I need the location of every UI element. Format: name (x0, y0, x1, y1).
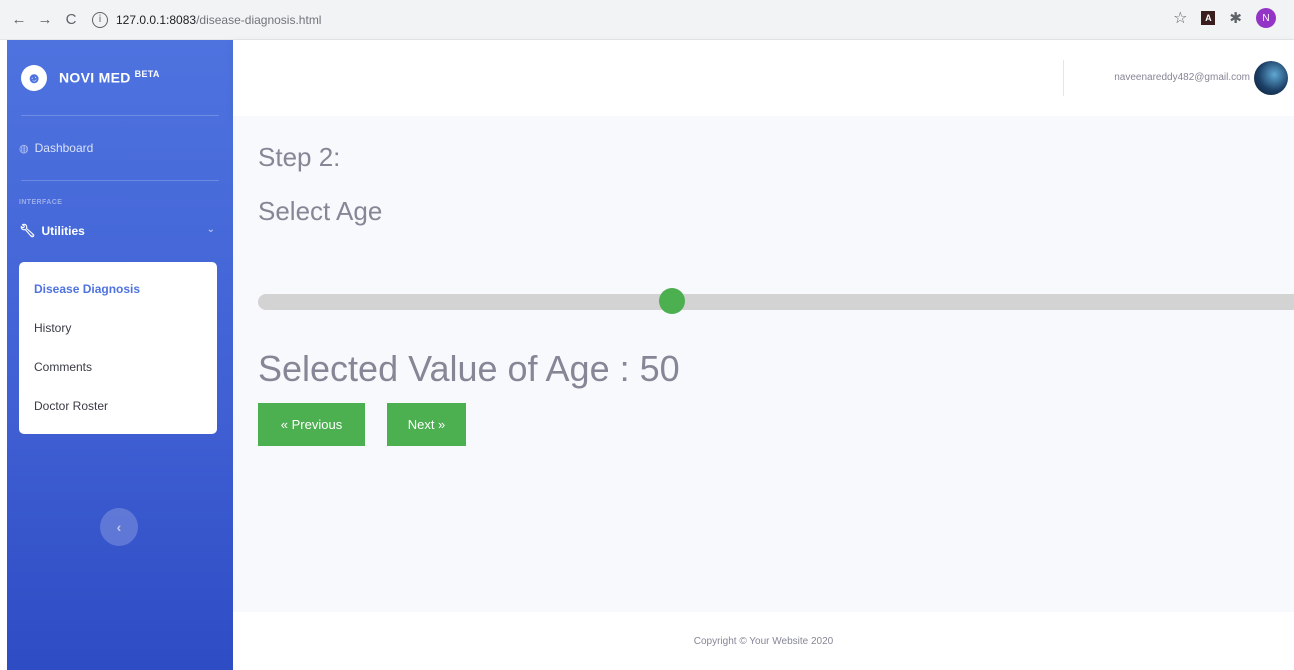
sidebar-heading: INTERFACE (19, 199, 63, 206)
address-bar[interactable]: i 127.0.0.1:8083/disease-diagnosis.html (92, 7, 321, 33)
sidebar: ☻ NOVI MED BETA ◍ Dashboard INTERFACE 🔧︎ … (7, 40, 233, 670)
copyright-text: Copyright © Your Website 2020 (693, 635, 834, 647)
previous-button[interactable]: « Previous (258, 403, 365, 446)
step-title: Step 2: (258, 142, 341, 172)
selected-age-label: Selected Value of Age : 50 (258, 348, 680, 389)
info-icon[interactable]: i (92, 11, 108, 28)
age-slider-track[interactable] (258, 294, 1294, 310)
main-content: Step 2: Select Age Selected Value of Age… (233, 116, 1294, 612)
submenu-item-doctor-roster[interactable]: Doctor Roster (19, 387, 217, 426)
sidebar-item-label: Utilities (41, 224, 85, 238)
url-path: /disease-diagnosis.html (196, 12, 322, 27)
laugh-wink-icon: ☻ (18, 61, 50, 94)
extension-area: ☆ A ✱ N (1173, 8, 1276, 28)
tachometer-icon: ◍ (19, 142, 29, 155)
topbar-divider (1063, 60, 1064, 96)
sidebar-item-label: Dashboard (34, 141, 94, 155)
reload-icon[interactable]: C (60, 9, 82, 31)
sidebar-divider (21, 180, 219, 181)
next-button[interactable]: Next » (387, 403, 466, 446)
submenu-item-comments[interactable]: Comments (19, 348, 217, 387)
submenu-item-history[interactable]: History (19, 309, 217, 348)
sidebar-toggle-button[interactable]: ‹ (100, 508, 138, 546)
step-subtitle: Select Age (258, 196, 383, 226)
forward-icon[interactable]: → (34, 9, 56, 31)
url-host: 127.0.0.1:8083 (116, 12, 197, 27)
sidebar-item-utilities[interactable]: 🔧︎ Utilities ⌄ (7, 206, 233, 256)
wrench-icon: 🔧︎ (19, 223, 36, 238)
user-avatar[interactable] (1254, 61, 1288, 95)
pdf-extension-icon[interactable]: A (1201, 11, 1216, 25)
submenu-item-disease-diagnosis[interactable]: Disease Diagnosis (19, 270, 217, 309)
profile-avatar-icon[interactable]: N (1256, 8, 1276, 28)
footer: Copyright © Your Website 2020 (233, 612, 1294, 670)
browser-toolbar: ← → C i 127.0.0.1:8083/disease-diagnosis… (0, 0, 1294, 40)
age-slider-thumb[interactable] (659, 288, 686, 314)
brand-name: NOVI MED BETA (59, 69, 160, 86)
brand-badge: BETA (134, 69, 160, 80)
back-icon[interactable]: ← (8, 9, 30, 31)
topbar: naveenareddy482@gmail.com (233, 40, 1294, 116)
sidebar-item-dashboard[interactable]: ◍ Dashboard (7, 116, 233, 180)
extensions-puzzle-icon[interactable]: ✱ (1229, 9, 1242, 27)
chevron-down-icon: ⌄ (206, 224, 215, 235)
utilities-submenu: Disease Diagnosis History Comments Docto… (19, 262, 217, 434)
sidebar-brand[interactable]: ☻ NOVI MED BETA (7, 40, 233, 115)
user-email[interactable]: naveenareddy482@gmail.com (1114, 72, 1250, 83)
bookmark-star-icon[interactable]: ☆ (1173, 8, 1187, 28)
